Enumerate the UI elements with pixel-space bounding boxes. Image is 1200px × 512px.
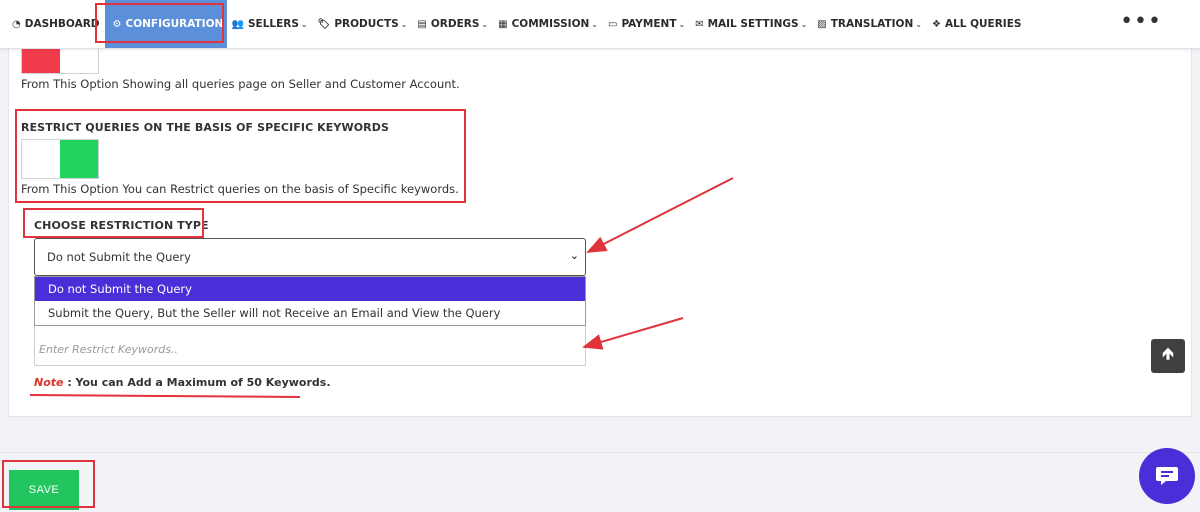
save-button[interactable]: SAVE [9, 470, 79, 510]
restriction-type-selected: Do not Submit the Query [47, 250, 191, 264]
chevron-down-icon: ⌄ [300, 19, 308, 29]
restriction-type-dropdown: Do not Submit the Query Submit the Query… [34, 276, 586, 326]
restrict-keywords-field[interactable] [34, 320, 586, 366]
tag-icon: 🏷 [317, 18, 331, 30]
nav-mail-settings-label: MAIL SETTINGS [707, 18, 799, 30]
nav-translation-label: TRANSLATION [830, 18, 914, 30]
top-navbar: ◔ DASHBOARD ⚙ CONFIGURATION ⌄ 👥 SELLERS … [0, 0, 1200, 49]
keywords-note: Note : You can Add a Maximum of 50 Keywo… [34, 376, 331, 389]
scroll-to-top-button[interactable]: 🡹 [1151, 339, 1185, 373]
restriction-type-select[interactable]: Do not Submit the Query ⌄ [34, 238, 586, 276]
nav-payment[interactable]: ▭ PAYMENT ⌄ [603, 0, 690, 48]
queries-icon: ❖ [931, 18, 941, 30]
nav-all-queries-label: ALL QUERIES [944, 18, 1022, 30]
clipboard-icon: ▤ [417, 18, 427, 30]
restrict-queries-description: From This Option You can Restrict querie… [21, 182, 459, 196]
nav-products-label: PRODUCTS [334, 18, 399, 30]
gear-icon: ⚙ [112, 18, 122, 30]
nav-mail-settings[interactable]: ✉ MAIL SETTINGS ⌄ [690, 0, 812, 48]
nav-dashboard[interactable]: ◔ DASHBOARD [7, 0, 105, 48]
chevron-down-icon: ⌄ [591, 19, 598, 29]
nav-configuration[interactable]: ⚙ CONFIGURATION ⌄ [104, 0, 232, 48]
chevron-down-icon: ⌄ [800, 19, 808, 29]
nav-orders-label: ORDERS [430, 18, 480, 30]
footer-divider [0, 452, 1200, 453]
arrow-up-icon: 🡹 [1162, 343, 1174, 363]
store-icon: ▦ [498, 18, 508, 30]
note-text: : You can Add a Maximum of 50 Keywords. [63, 376, 331, 389]
users-icon: 👥 [231, 18, 244, 30]
chevron-down-icon: ⌄ [678, 19, 686, 29]
dropdown-option-submit-no-email[interactable]: Submit the Query, But the Seller will no… [35, 301, 585, 325]
card-icon: ▭ [608, 18, 618, 30]
chevron-down-icon: ⌄ [569, 249, 579, 262]
nav-sellers[interactable]: 👥 SELLERS ⌄ [227, 0, 313, 48]
nav-orders[interactable]: ▤ ORDERS ⌄ [412, 0, 493, 48]
chevron-down-icon: ⌄ [915, 19, 922, 29]
nav-all-queries[interactable]: ❖ ALL QUERIES [927, 0, 1026, 48]
nav-translation[interactable]: ▨ TRANSLATION ⌄ [812, 0, 927, 48]
restrict-queries-label: RESTRICT QUERIES ON THE BASIS OF SPECIFI… [21, 121, 389, 134]
restrict-keywords-input[interactable] [35, 343, 585, 356]
chat-button[interactable] [1139, 448, 1195, 504]
restrict-queries-toggle[interactable] [21, 139, 99, 179]
chevron-down-icon: ⌄ [481, 19, 489, 29]
note-prefix: Note [34, 376, 64, 389]
restriction-type-label: CHOOSE RESTRICTION TYPE [34, 219, 209, 232]
language-icon: ▨ [817, 18, 827, 30]
dropdown-option-do-not-submit[interactable]: Do not Submit the Query [35, 277, 585, 301]
more-options-icon[interactable]: ••• [1120, 11, 1162, 33]
queries-page-description: From This Option Showing all queries pag… [21, 77, 460, 91]
chevron-down-icon: ⌄ [400, 19, 408, 29]
nav-payment-label: PAYMENT [621, 18, 677, 30]
nav-products[interactable]: 🏷 PRODUCTS ⌄ [313, 0, 413, 48]
mail-icon: ✉ [695, 18, 704, 30]
nav-commission-label: COMMISSION [511, 18, 590, 30]
dashboard-icon: ◔ [12, 18, 21, 30]
nav-configuration-label: CONFIGURATION [125, 18, 224, 30]
nav-dashboard-label: DASHBOARD [24, 18, 100, 30]
nav-commission[interactable]: ▦ COMMISSION ⌄ [493, 0, 603, 48]
nav-sellers-label: SELLERS [247, 18, 299, 30]
chat-icon [1156, 467, 1178, 485]
